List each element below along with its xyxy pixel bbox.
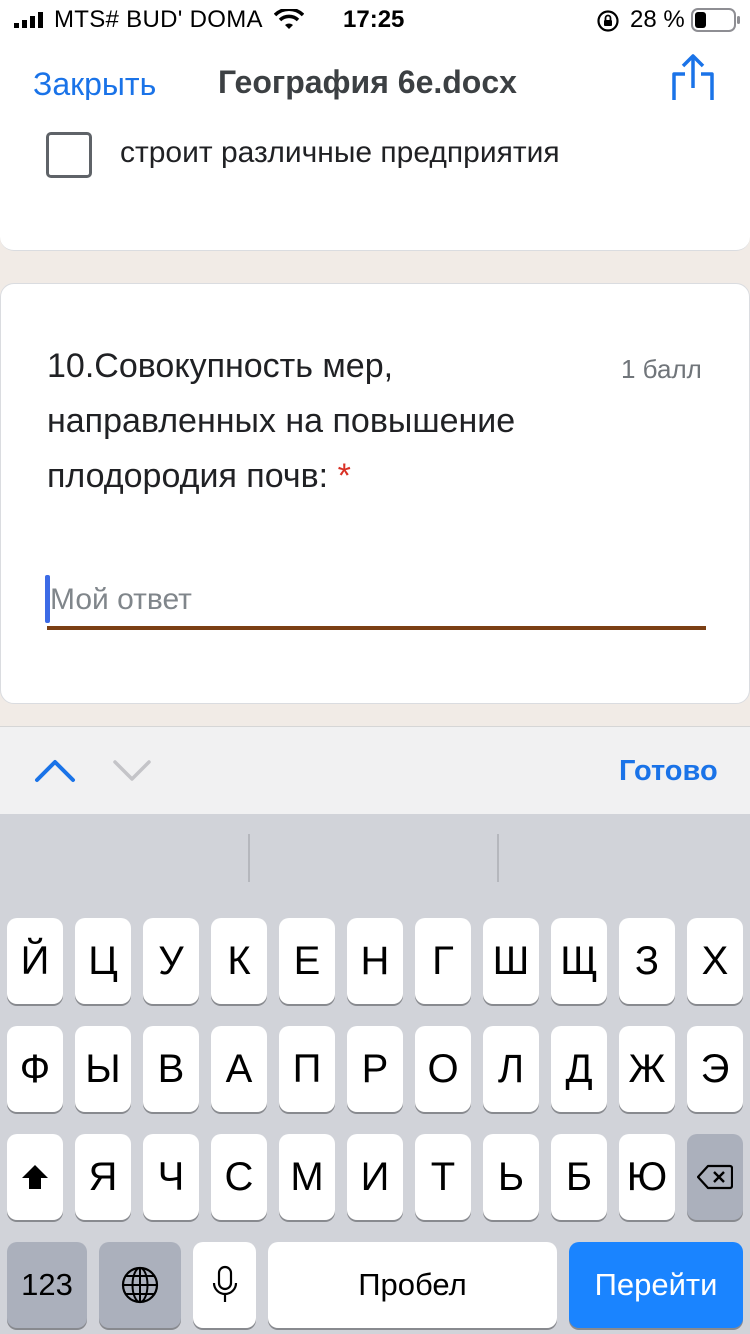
suggestion-divider bbox=[248, 834, 250, 882]
key[interactable]: О bbox=[415, 1026, 471, 1112]
numbers-key[interactable]: 123 bbox=[7, 1242, 87, 1328]
key[interactable]: Р bbox=[347, 1026, 403, 1112]
question-points: 1 балл bbox=[621, 354, 702, 384]
battery-percent: 28 % bbox=[630, 6, 685, 33]
key[interactable]: Л bbox=[483, 1026, 539, 1112]
close-button[interactable]: Закрыть bbox=[33, 66, 156, 103]
go-key[interactable]: Перейти bbox=[569, 1242, 743, 1328]
key[interactable]: В bbox=[143, 1026, 199, 1112]
question-card: 10.Совокупность мер, направленных на пов… bbox=[0, 283, 750, 704]
next-field-chevron-down-icon[interactable] bbox=[112, 757, 152, 785]
keyboard-accessory-bar: Готово bbox=[0, 726, 750, 814]
key[interactable]: Е bbox=[279, 918, 335, 1004]
suggestion-divider bbox=[497, 834, 499, 882]
globe-icon bbox=[121, 1266, 159, 1304]
previous-field-chevron-up-icon[interactable] bbox=[34, 755, 76, 785]
key[interactable]: З bbox=[619, 918, 675, 1004]
key[interactable]: Щ bbox=[551, 918, 607, 1004]
document-title: География 6е.docx bbox=[218, 64, 517, 100]
orientation-lock-icon bbox=[597, 10, 619, 32]
key[interactable]: К bbox=[211, 918, 267, 1004]
key[interactable]: Д bbox=[551, 1026, 607, 1112]
status-bar: MTS# BUD' DOMA 17:25 28 % bbox=[0, 0, 750, 42]
key[interactable]: С bbox=[211, 1134, 267, 1220]
key[interactable]: Э bbox=[687, 1026, 743, 1112]
key[interactable]: Ю bbox=[619, 1134, 675, 1220]
key[interactable]: Ь bbox=[483, 1134, 539, 1220]
key[interactable]: Г bbox=[415, 918, 471, 1004]
required-asterisk: * bbox=[337, 457, 351, 495]
key[interactable]: Ы bbox=[75, 1026, 131, 1112]
key[interactable]: М bbox=[279, 1134, 335, 1220]
key[interactable]: Б bbox=[551, 1134, 607, 1220]
key[interactable]: П bbox=[279, 1026, 335, 1112]
option-checkbox[interactable] bbox=[46, 132, 92, 178]
question-text: 10.Совокупность мер, направленных на пов… bbox=[47, 339, 587, 504]
carrier-name: MTS# BUD' DOMA bbox=[54, 6, 263, 33]
key[interactable]: Х bbox=[687, 918, 743, 1004]
key[interactable]: У bbox=[143, 918, 199, 1004]
key[interactable]: Т bbox=[415, 1134, 471, 1220]
space-key[interactable]: Пробел bbox=[268, 1242, 557, 1328]
globe-key[interactable] bbox=[99, 1242, 181, 1328]
option-label: строит различные предприятия bbox=[120, 136, 560, 169]
key[interactable]: Ш bbox=[483, 918, 539, 1004]
wifi-icon bbox=[274, 9, 304, 29]
key[interactable]: Ч bbox=[143, 1134, 199, 1220]
question-label: 10.Совокупность мер, направленных на пов… bbox=[47, 347, 516, 495]
battery-icon bbox=[691, 8, 740, 32]
key[interactable]: Й bbox=[7, 918, 63, 1004]
key[interactable]: Ц bbox=[75, 918, 131, 1004]
backspace-key[interactable] bbox=[687, 1134, 743, 1220]
key[interactable]: А bbox=[211, 1026, 267, 1112]
shift-key[interactable] bbox=[7, 1134, 63, 1220]
key[interactable]: Ф bbox=[7, 1026, 63, 1112]
microphone-icon bbox=[212, 1265, 237, 1302]
dictation-key[interactable] bbox=[193, 1242, 256, 1328]
key[interactable]: Я bbox=[75, 1134, 131, 1220]
text-cursor bbox=[45, 575, 50, 623]
signal-icon bbox=[14, 12, 43, 28]
answer-input[interactable] bbox=[47, 576, 706, 624]
key[interactable]: Ж bbox=[619, 1026, 675, 1112]
key[interactable]: Н bbox=[347, 918, 403, 1004]
answer-underline bbox=[47, 626, 706, 630]
keyboard: Й Ц У К Е Н Г Ш Щ З Х Ф Ы В А П Р О Л Д … bbox=[0, 814, 750, 1334]
previous-question-card: строит различные предприятия bbox=[0, 100, 750, 251]
key[interactable]: И bbox=[347, 1134, 403, 1220]
clock: 17:25 bbox=[343, 6, 405, 33]
backspace-icon bbox=[697, 1164, 733, 1190]
done-button[interactable]: Готово bbox=[619, 755, 718, 788]
shift-arrow-icon bbox=[22, 1165, 48, 1189]
